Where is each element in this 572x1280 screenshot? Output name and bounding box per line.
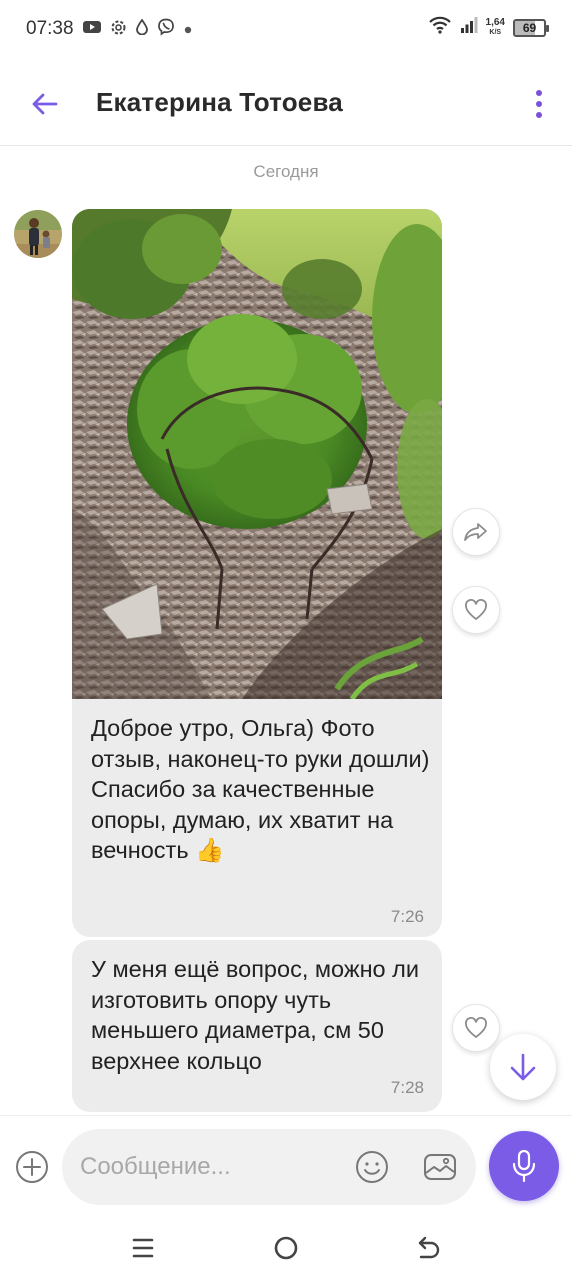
chat-header: Екатерина Тотоева [0,60,572,146]
status-bar: 07:38 1,64 K/S 69 [0,0,572,60]
message-bubble-text[interactable]: У меня ещё вопрос, можно ли изготовить о… [72,940,442,1112]
signal-icon [460,16,478,39]
share-arrow-icon [464,523,487,541]
thumbs-up-emoji-icon: 👍 [195,836,225,864]
image-icon [424,1154,456,1180]
more-notifications-dot-icon [184,21,192,39]
menu-dot [536,101,542,107]
menu-dot [536,112,542,118]
circle-home-icon [274,1236,298,1260]
smiley-icon [356,1151,388,1183]
system-icons: 1,64 K/S 69 [428,16,549,39]
like-button[interactable] [452,1004,500,1052]
heart-icon [465,599,487,620]
menu-lines-icon [132,1238,154,1258]
message-bubble-photo[interactable]: Доброе утро, Ольга) Фото отзыв, наконец-… [72,209,442,937]
notification-icons [83,18,192,41]
message-input[interactable] [80,1151,350,1183]
wifi-icon [428,16,452,39]
gallery-button[interactable] [422,1149,458,1185]
settings-gear-icon [110,19,127,41]
home-button[interactable] [271,1233,301,1263]
message-time: 7:26 [390,907,424,926]
battery-icon: 69 [513,18,549,37]
message-time: 7:28 [390,1078,424,1097]
network-speed-value: 1,64 [485,16,505,28]
forward-button[interactable] [452,508,500,556]
emoji-button[interactable] [354,1149,390,1185]
system-navigation-bar [0,1215,572,1280]
youtube-icon [83,20,101,39]
drop-icon [136,18,148,40]
message-input-container [62,1129,476,1205]
arrow-down-icon [510,1053,536,1081]
overflow-menu-button[interactable] [524,84,554,124]
contact-name[interactable]: Екатерина Тотоева [96,87,343,118]
contact-avatar[interactable] [14,210,62,258]
viber-icon [157,18,175,41]
date-separator: Сегодня [253,162,319,181]
attach-button[interactable] [15,1150,49,1184]
message-text: Доброе утро, Ольга) Фото отзыв, наконец-… [91,713,431,866]
scroll-to-bottom-button[interactable] [490,1034,556,1100]
message-text-body: Доброе утро, Ольга) Фото отзыв, наконец-… [91,715,430,863]
status-time: 07:38 [26,18,74,39]
network-speed-unit: K/S [489,28,502,36]
heart-icon [465,1017,487,1038]
return-arrow-icon [418,1236,440,1259]
menu-dot [536,90,542,96]
plus-circle-icon [16,1151,48,1183]
like-button[interactable] [452,586,500,634]
message-photo[interactable] [72,209,442,701]
message-text: У меня ещё вопрос, можно ли изготовить о… [91,956,419,1074]
voice-message-button[interactable] [489,1131,559,1201]
microphone-icon [512,1149,536,1183]
back-nav-button[interactable] [414,1233,444,1263]
recent-apps-button[interactable] [128,1233,158,1263]
message-composer [0,1115,572,1215]
network-speed: 1,64 K/S [485,16,505,38]
back-button[interactable] [24,84,64,124]
arrow-left-icon [32,93,58,115]
